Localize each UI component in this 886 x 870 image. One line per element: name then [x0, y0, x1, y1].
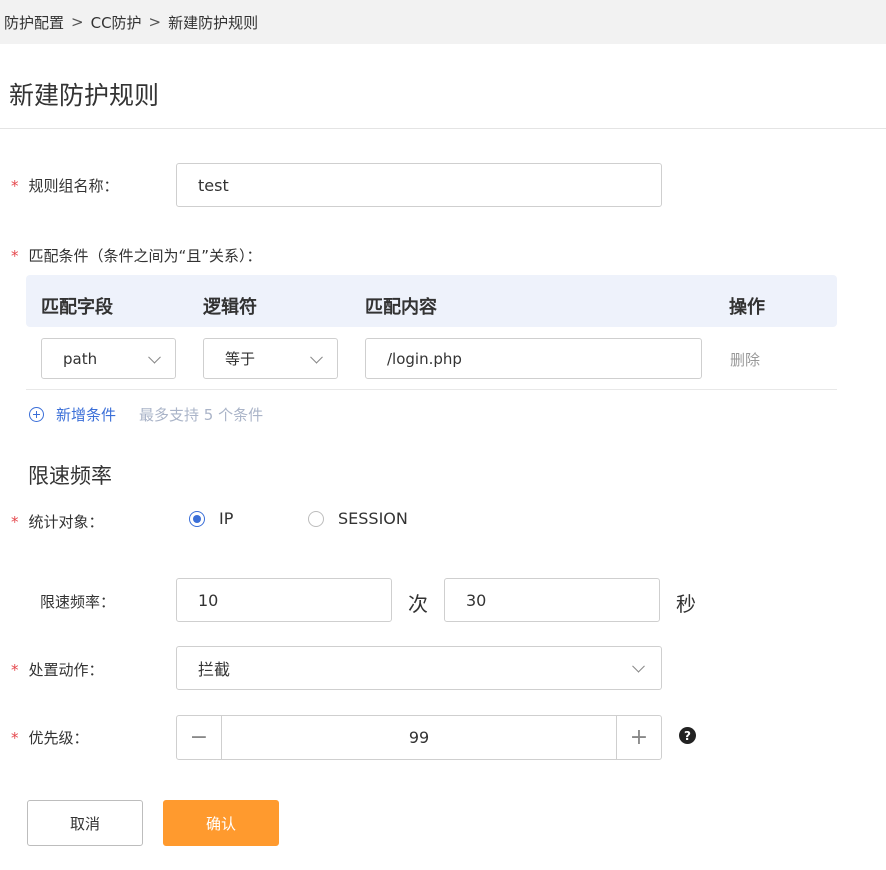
cancel-button[interactable]: 取消	[27, 800, 143, 846]
chevron-down-icon	[310, 350, 323, 364]
breadcrumb-item-cc-protection[interactable]: CC防护	[91, 12, 142, 33]
add-circle-icon	[29, 407, 44, 422]
increment-button[interactable]: +	[616, 716, 661, 759]
target-label: * 统计对象：	[11, 511, 104, 532]
match-content-input[interactable]: /login.php	[365, 338, 702, 379]
match-field-select[interactable]: path	[41, 338, 176, 379]
radio-ip-label: IP	[219, 509, 234, 528]
priority-label-text: 优先级：	[28, 729, 89, 747]
add-condition-button[interactable]: 新增条件	[29, 404, 116, 425]
priority-label: * 优先级：	[11, 727, 89, 748]
column-header-action: 操作	[729, 297, 765, 318]
column-header-field: 匹配字段	[41, 297, 113, 318]
row-divider	[26, 389, 837, 390]
action-label-text: 处置动作：	[28, 661, 104, 679]
radio-unchecked-icon	[308, 510, 324, 527]
chevron-down-icon	[632, 659, 645, 673]
operator-value: 等于	[225, 350, 256, 368]
match-field-value: path	[63, 349, 98, 368]
condition-limit-hint: 最多支持 5 个条件	[139, 406, 264, 424]
radio-checked-icon	[189, 510, 205, 527]
count-value: 10	[198, 590, 219, 610]
column-header-content: 匹配内容	[365, 297, 437, 318]
required-mark: *	[11, 247, 19, 265]
action-value: 拦截	[198, 660, 231, 679]
action-select[interactable]: 拦截	[176, 646, 662, 690]
target-label-text: 统计对象：	[28, 513, 104, 531]
delete-condition-link[interactable]: 删除	[730, 349, 760, 370]
conditions-table-header: 匹配字段 逻辑符 匹配内容 操作	[26, 275, 837, 327]
breadcrumb-separator: >	[148, 13, 162, 31]
period-value: 30	[466, 590, 487, 610]
radio-ip[interactable]: IP	[189, 509, 233, 528]
required-mark: *	[11, 513, 19, 531]
breadcrumb-item-current: 新建防护规则	[168, 13, 259, 32]
rule-group-name-input[interactable]: test	[176, 163, 662, 207]
confirm-button[interactable]: 确认	[163, 800, 279, 846]
period-unit: 秒	[676, 592, 696, 616]
rate-section-title: 限速频率	[28, 464, 112, 488]
required-mark: *	[11, 661, 19, 679]
help-icon[interactable]: ?	[679, 727, 696, 744]
decrement-button[interactable]: −	[177, 716, 222, 759]
radio-session-label: SESSION	[338, 509, 408, 528]
breadcrumb-item-protection-config[interactable]: 防护配置	[4, 12, 64, 33]
required-mark: *	[11, 177, 19, 195]
priority-stepper: − 99 +	[176, 715, 662, 760]
breadcrumb-separator: >	[71, 13, 84, 31]
rule-group-name-label-text: 规则组名称：	[28, 177, 119, 195]
title-divider	[0, 128, 886, 129]
rule-group-name-value: test	[198, 175, 229, 195]
count-unit: 次	[408, 592, 428, 616]
match-content-value: /login.php	[387, 349, 462, 368]
priority-value[interactable]: 99	[222, 716, 616, 759]
required-mark: *	[11, 729, 19, 747]
breadcrumb: 防护配置 > CC防护 > 新建防护规则	[0, 0, 886, 44]
count-input[interactable]: 10	[176, 578, 392, 622]
add-condition-label: 新增条件	[56, 406, 117, 424]
match-conditions-label: * 匹配条件（条件之间为“且”关系）：	[11, 245, 262, 266]
chevron-down-icon	[148, 350, 161, 364]
radio-session[interactable]: SESSION	[308, 509, 408, 528]
page-title: 新建防护规则	[9, 81, 160, 110]
match-conditions-label-text: 匹配条件（条件之间为“且”关系）：	[28, 247, 262, 265]
period-input[interactable]: 30	[444, 578, 660, 622]
action-label: * 处置动作：	[11, 659, 104, 680]
rate-label: 限速频率：	[40, 593, 116, 611]
operator-select[interactable]: 等于	[203, 338, 338, 379]
column-header-operator: 逻辑符	[203, 297, 257, 318]
rule-group-name-label: * 规则组名称：	[11, 175, 119, 196]
